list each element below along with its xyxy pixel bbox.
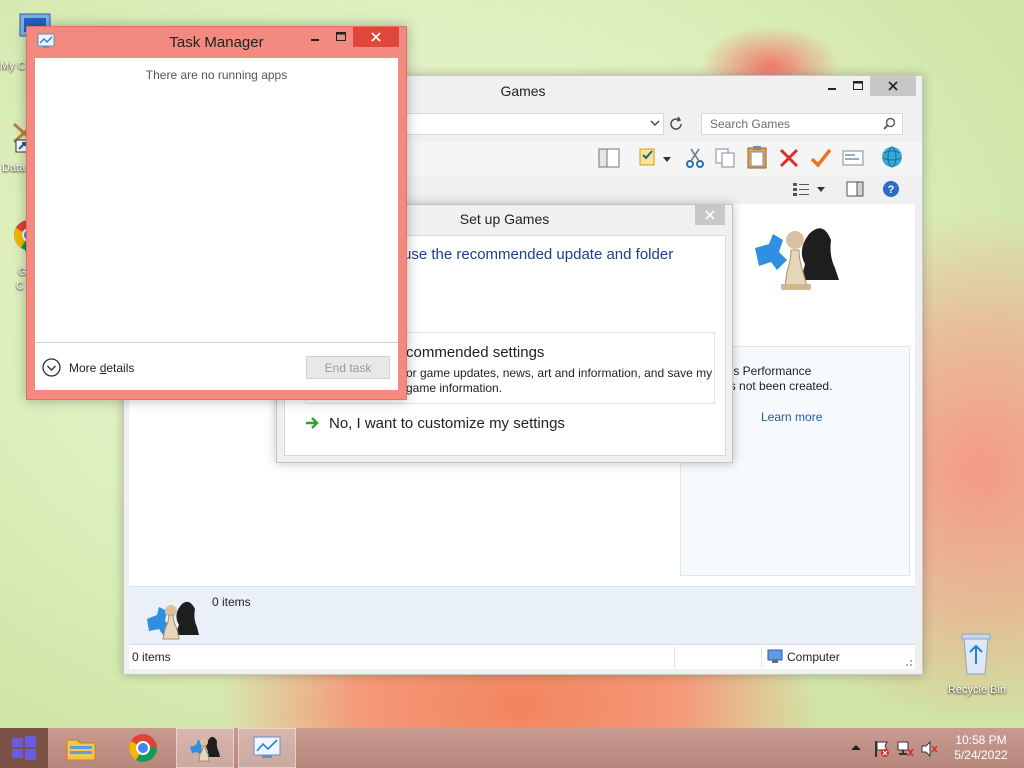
no-running-apps-message: There are no running apps <box>145 68 288 82</box>
chrome-icon <box>129 734 157 762</box>
globe-icon[interactable] <box>880 146 902 168</box>
computer-small-icon <box>767 649 783 664</box>
minimize-button[interactable] <box>818 76 846 96</box>
details-item-count: 0 items <box>212 595 251 609</box>
svg-text:?: ? <box>888 184 895 196</box>
setup-close-button[interactable] <box>695 205 725 225</box>
desktop-icon-label: Recycle Bin <box>947 684 1007 696</box>
clock-date: 5/24/2022 <box>954 748 1008 762</box>
task-manager-window: Task Manager There are no running apps M… <box>26 26 407 400</box>
properties-icon[interactable] <box>842 147 864 169</box>
desktop-icon-label: Data <box>2 162 26 174</box>
option1-desc-line2: game information. <box>406 381 503 395</box>
folder-icon <box>66 739 96 761</box>
search-icon[interactable] <box>883 117 896 130</box>
paste-icon[interactable] <box>746 146 768 169</box>
taskbar: 10:58 PM 5/24/2022 <box>0 728 1024 768</box>
taskbar-chrome[interactable] <box>114 728 172 768</box>
chevron-down-icon[interactable] <box>649 117 661 129</box>
volume-muted-icon[interactable] <box>920 740 938 758</box>
preview-pane-icon[interactable] <box>598 147 620 169</box>
network-icon[interactable] <box>896 740 914 758</box>
dropdown-arrow-icon[interactable] <box>660 148 674 170</box>
checkmark-icon[interactable] <box>810 147 832 169</box>
minimize-button[interactable] <box>301 27 329 47</box>
checklist-folder-icon[interactable] <box>636 146 658 168</box>
recycle-bin-icon <box>958 630 1010 676</box>
more-details-suffix: etails <box>106 361 135 375</box>
end-task-label: End task <box>324 360 372 375</box>
desktop-icon-label-line2: C <box>16 280 24 292</box>
details-pane-icon[interactable] <box>844 178 866 200</box>
chevron-circle-down-icon <box>42 358 61 377</box>
show-hidden-icons-button[interactable] <box>850 742 862 752</box>
status-bar: 0 items Computer <box>129 644 915 669</box>
customize-settings-option[interactable]: No, I want to customize my settings <box>305 412 713 438</box>
search-placeholder: Search Games <box>710 117 791 131</box>
green-arrow-icon <box>305 416 319 430</box>
status-divider <box>674 647 675 667</box>
help-icon[interactable]: ? <box>880 178 902 200</box>
cut-icon[interactable] <box>684 147 706 169</box>
maximize-button[interactable] <box>327 27 355 47</box>
end-task-button[interactable]: End task <box>306 356 390 379</box>
taskbar-task-manager[interactable] <box>238 728 296 768</box>
start-button[interactable] <box>0 728 48 768</box>
close-button[interactable] <box>870 76 916 96</box>
games-logo-icon <box>749 220 841 294</box>
status-item-count: 0 items <box>132 650 171 664</box>
refresh-icon[interactable] <box>667 115 687 135</box>
setup-heading: use the recommended update and folder <box>403 246 674 263</box>
view-dropdown-icon[interactable] <box>814 178 828 200</box>
games-small-icon <box>145 597 201 643</box>
desktop-icon-recycle-bin[interactable]: Recycle Bin <box>940 630 1010 696</box>
status-divider <box>761 647 762 667</box>
chevron-up-icon <box>851 745 861 750</box>
search-input[interactable]: Search Games <box>701 113 903 135</box>
taskbar-games[interactable] <box>176 728 234 768</box>
more-details-prefix: More <box>69 361 100 375</box>
delete-icon[interactable] <box>778 147 800 169</box>
resize-grip-icon[interactable] <box>903 657 913 667</box>
learn-more-link[interactable]: Learn more <box>761 410 822 424</box>
status-location: Computer <box>787 650 840 664</box>
option1-desc-line1: or game updates, news, art and informati… <box>406 366 713 380</box>
copy-icon[interactable] <box>714 147 736 169</box>
clock-time: 10:58 PM <box>955 733 1007 747</box>
desktop-icon-label: My C <box>0 60 26 72</box>
taskbar-file-explorer[interactable] <box>52 728 110 768</box>
close-button[interactable] <box>353 27 399 47</box>
task-manager-titlebar[interactable]: Task Manager <box>27 27 406 57</box>
option1-title: commended settings <box>406 344 545 361</box>
more-details-button[interactable]: More details <box>42 358 162 378</box>
view-options-icon[interactable] <box>790 178 812 200</box>
task-manager-icon <box>253 736 281 758</box>
task-manager-body: There are no running apps More details E… <box>35 58 398 390</box>
games-icon <box>190 736 220 762</box>
maximize-button[interactable] <box>844 76 872 96</box>
more-details-label: More details <box>69 361 134 375</box>
option2-title: No, I want to customize my settings <box>329 415 565 432</box>
windows-logo-icon <box>12 736 36 760</box>
footer-divider <box>35 342 398 343</box>
details-pane: 0 items <box>129 586 915 645</box>
action-center-flag-icon[interactable] <box>872 740 890 758</box>
clock[interactable]: 10:58 PM 5/24/2022 <box>944 733 1018 763</box>
